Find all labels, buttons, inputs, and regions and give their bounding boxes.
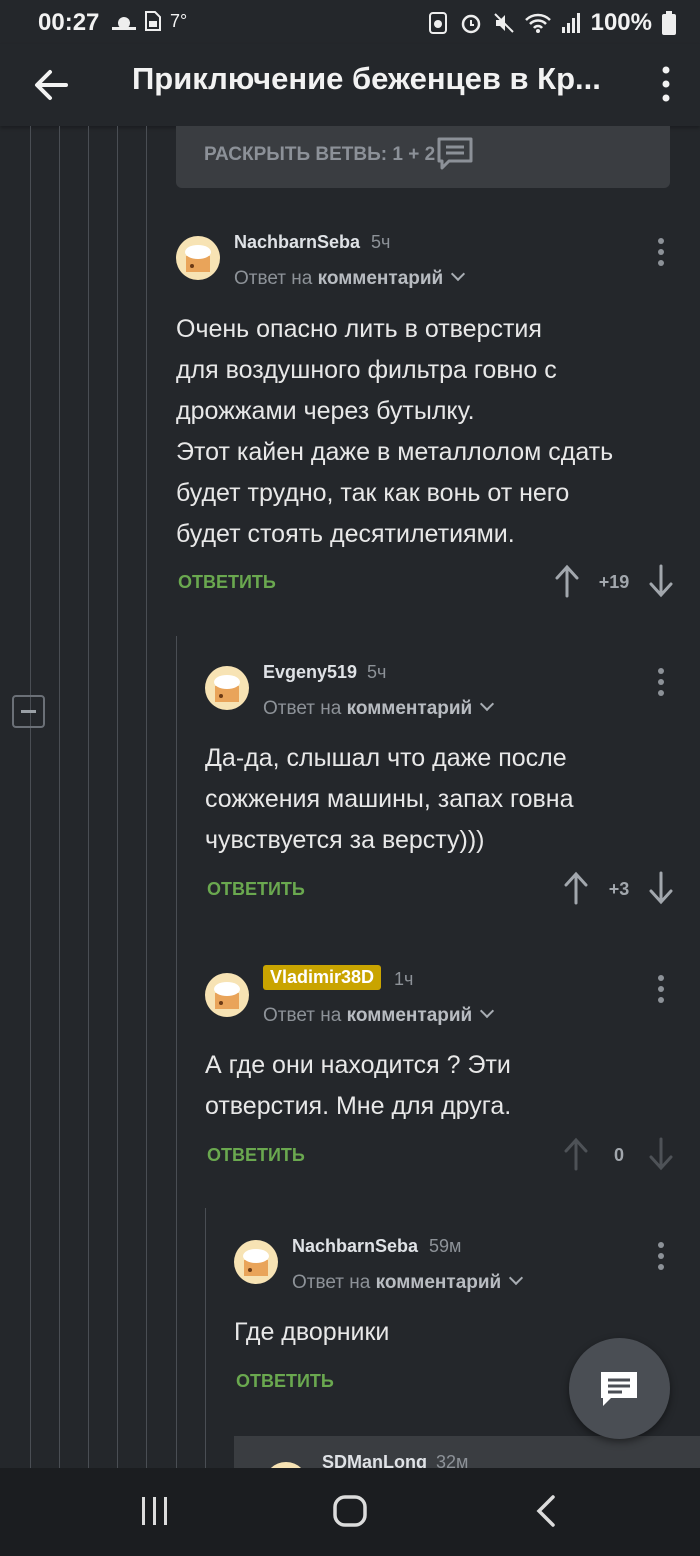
mute-icon: [493, 13, 514, 33]
comment-menu-icon[interactable]: [658, 1242, 664, 1270]
reply-to[interactable]: Ответ на комментарий: [234, 266, 466, 290]
thread-line: [146, 126, 147, 1468]
chevron-down-icon: [509, 1270, 524, 1286]
comment-text: Очень опасно лить в отверстия для воздуш…: [176, 315, 614, 548]
reply-to[interactable]: Ответ на комментарий: [263, 1003, 495, 1027]
reply-button[interactable]: ОТВЕТИТЬ: [207, 1145, 305, 1166]
thread-line: [117, 126, 118, 1468]
comment-time: 5ч: [371, 232, 391, 252]
comment-time: 1ч: [394, 969, 414, 989]
comments-thread: РАСКРЫТЬ ВЕТВЬ: 1 + 2 NachbarnSeba 5ч От…: [0, 126, 700, 1468]
more-options-icon[interactable]: [658, 62, 674, 106]
downvote-arrow-icon[interactable]: [648, 564, 674, 598]
reply-button[interactable]: ОТВЕТИТЬ: [178, 572, 276, 593]
reply-to[interactable]: Ответ на комментарий: [292, 1270, 524, 1294]
avatar-image: [185, 245, 211, 272]
collapse-thread-button[interactable]: [12, 695, 45, 728]
write-comment-button[interactable]: [569, 1338, 670, 1439]
avatar-image: [214, 982, 240, 1009]
app-bar: Приключение беженцев в Кр...: [0, 44, 700, 126]
comment-score: +3: [608, 879, 630, 899]
comment-author[interactable]: Vladimir38D: [263, 965, 382, 990]
recent-apps-icon[interactable]: [139, 1494, 171, 1528]
comment-author[interactable]: SDManLong: [322, 1452, 427, 1468]
post-title: Приключение беженцев в Кр...: [132, 61, 601, 96]
data-saver-icon: [428, 12, 447, 34]
downvote-arrow-icon[interactable]: [648, 1137, 674, 1171]
weather-icon: [112, 17, 136, 30]
chevron-down-icon: [480, 696, 495, 712]
back-arrow-icon[interactable]: [30, 64, 72, 106]
back-icon[interactable]: [534, 1494, 558, 1528]
avatar-image: [214, 675, 240, 702]
thread-line: [205, 1208, 206, 1468]
alarm-icon: [461, 14, 480, 34]
avatar[interactable]: [205, 666, 249, 710]
upvote-arrow-icon[interactable]: [563, 1137, 589, 1171]
comment-menu-icon[interactable]: [658, 238, 664, 266]
downvote-arrow-icon[interactable]: [648, 871, 674, 905]
avatar[interactable]: [205, 973, 249, 1017]
wifi-icon: [524, 13, 551, 33]
avatar-image: [243, 1249, 269, 1276]
thread-line: [30, 126, 31, 1468]
comment-author[interactable]: Evgeny519: [263, 662, 357, 683]
chevron-down-icon: [480, 1003, 495, 1019]
comment-text: А где они находится ? Эти отверстия. Мне…: [205, 1051, 512, 1120]
avatar[interactable]: [176, 236, 220, 280]
comment-text: Да-да, слышал что даже после сожжения ма…: [205, 744, 574, 854]
reply-to[interactable]: Ответ на комментарий: [263, 696, 495, 720]
home-icon[interactable]: [332, 1494, 368, 1528]
comment: SDManLong 32м: [234, 1436, 700, 1468]
comment-score: +19: [598, 572, 630, 592]
comment-menu-icon[interactable]: [658, 975, 664, 1003]
status-bar: 00:27 7° 100%: [0, 0, 700, 44]
status-time: 00:27: [38, 9, 100, 36]
thread-line: [59, 126, 60, 1468]
thread-line: [88, 126, 89, 1468]
battery-icon: [662, 11, 676, 35]
system-nav-bar: [0, 1468, 700, 1556]
upvote-arrow-icon[interactable]: [554, 564, 580, 598]
thread-line: [176, 636, 177, 1468]
comment-score: 0: [613, 1145, 624, 1165]
reply-button[interactable]: ОТВЕТИТЬ: [236, 1371, 334, 1392]
sim-icon: [145, 11, 161, 31]
comment-author[interactable]: NachbarnSeba: [234, 232, 360, 253]
signal-icon: [561, 13, 580, 33]
battery-percent: 100%: [590, 9, 652, 36]
comment-icon: [437, 137, 473, 170]
expand-branch-button[interactable]: РАСКРЫТЬ ВЕТВЬ: 1 + 2: [176, 126, 670, 188]
comment-time: 5ч: [367, 662, 387, 682]
chevron-down-icon: [451, 266, 466, 282]
status-temperature: 7°: [170, 10, 188, 31]
comment-author[interactable]: NachbarnSeba: [292, 1236, 418, 1257]
comment-menu-icon[interactable]: [658, 668, 664, 696]
expand-branch-label: РАСКРЫТЬ ВЕТВЬ: 1 + 2: [204, 144, 436, 165]
comment-icon: [601, 1372, 637, 1406]
reply-button[interactable]: ОТВЕТИТЬ: [207, 879, 305, 900]
upvote-arrow-icon[interactable]: [563, 871, 589, 905]
comment-time: 59м: [429, 1236, 462, 1256]
avatar[interactable]: [234, 1240, 278, 1284]
comment-time: 32м: [436, 1452, 469, 1468]
